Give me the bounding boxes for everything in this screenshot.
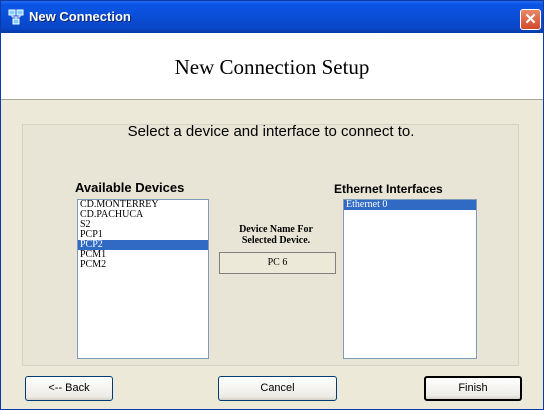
selected-device-label-line2: Selected Device. — [241, 235, 311, 246]
instruction-text: Select a device and interface to connect… — [127, 123, 415, 140]
title-bar[interactable]: New Connection ✕ — [1, 1, 543, 33]
close-button[interactable]: ✕ — [520, 9, 541, 30]
device-item[interactable]: CD.PACHUCA — [78, 210, 208, 220]
finish-button[interactable]: Finish — [424, 376, 522, 401]
network-connection-icon — [8, 9, 24, 25]
available-devices-list[interactable]: CD.MONTERREY CD.PACHUCA S2 PCP1 PCP2 PCM… — [77, 199, 209, 359]
window-title: New Connection — [29, 9, 131, 24]
selected-device-name-field: PC 6 — [219, 252, 336, 274]
close-icon: ✕ — [524, 11, 537, 28]
interface-item-selected[interactable]: Ethernet 0 — [344, 200, 476, 210]
available-devices-label: Available Devices — [75, 180, 185, 195]
cancel-button[interactable]: Cancel — [218, 376, 337, 401]
ethernet-interfaces-label: Ethernet Interfaces — [334, 182, 443, 196]
selected-device-label-line1: Device Name For — [239, 224, 313, 235]
wizard-header: New Connection Setup — [1, 33, 543, 100]
selected-device-label: Device Name For Selected Device. — [216, 224, 336, 246]
back-button[interactable]: <-- Back — [25, 376, 113, 401]
selected-device-name-value: PC 6 — [267, 257, 288, 268]
page-title: New Connection Setup — [174, 55, 370, 79]
device-item[interactable]: PCM2 — [78, 260, 208, 270]
ethernet-interfaces-list[interactable]: Ethernet 0 — [343, 199, 477, 359]
